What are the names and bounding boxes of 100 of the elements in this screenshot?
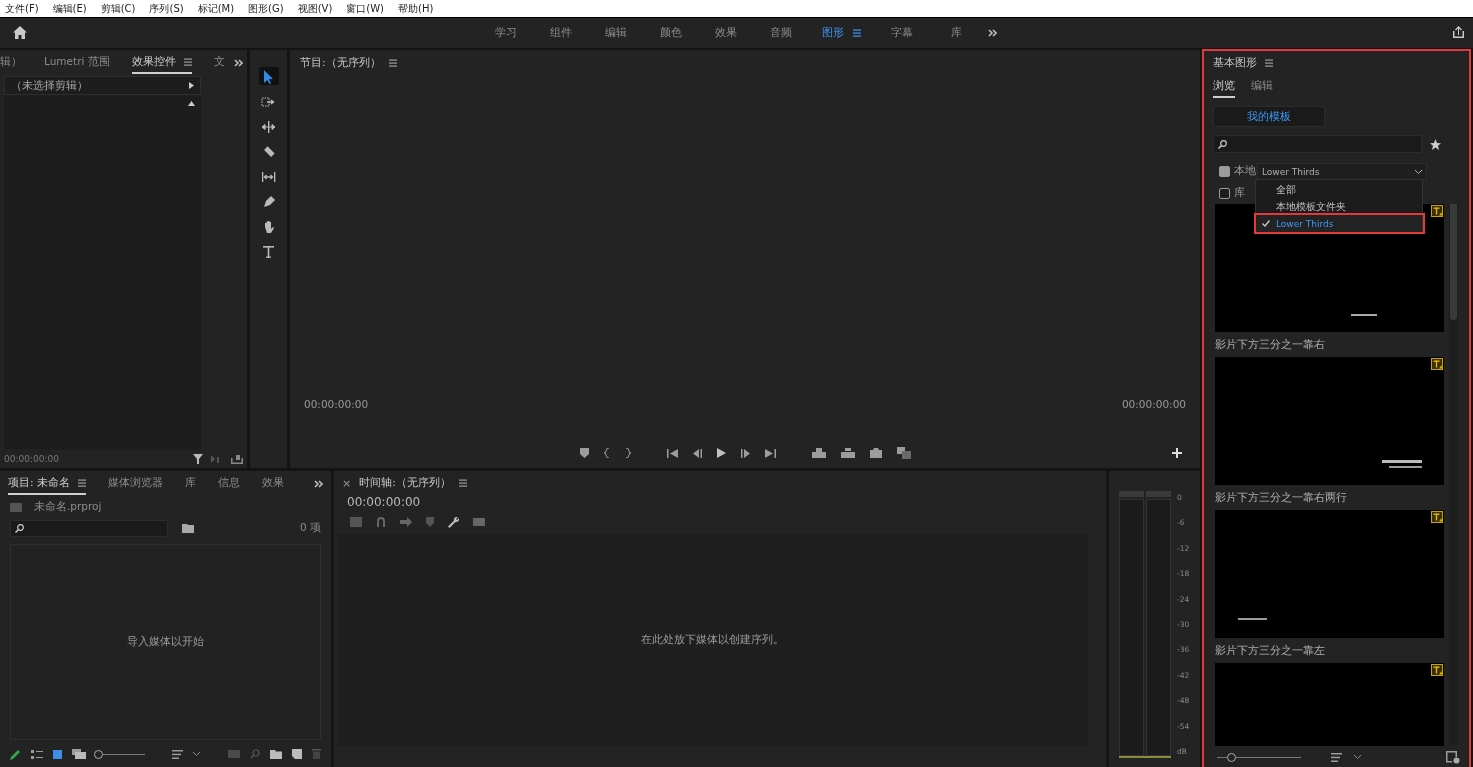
scrollbar[interactable] (1449, 204, 1458, 746)
insert-icon[interactable] (811, 448, 826, 458)
menu-icon[interactable] (1265, 59, 1273, 67)
panel-title: 基本图形 (1213, 56, 1257, 70)
clip-header: （未选择剪辑） (11, 78, 88, 93)
expand-triangle-icon[interactable] (189, 82, 194, 89)
chevron-double-icon[interactable] (234, 59, 243, 67)
workspace-tab[interactable]: 颜色 (643, 26, 698, 40)
wrench-icon[interactable] (448, 516, 459, 528)
workspace-tab[interactable]: 字幕 (874, 26, 929, 40)
snap-icon[interactable] (376, 517, 386, 527)
linked-icon[interactable] (400, 517, 412, 527)
panel-tab[interactable]: 信息 (217, 473, 240, 495)
search-icon (15, 523, 24, 533)
camera-icon[interactable] (869, 448, 882, 458)
freeform-view-icon[interactable] (72, 749, 86, 759)
sort-icon[interactable] (172, 749, 184, 759)
checkbox[interactable] (1219, 187, 1230, 199)
pen-icon (261, 193, 276, 209)
share-icon[interactable] (1452, 26, 1465, 39)
icon-view-icon[interactable] (53, 749, 62, 759)
step-back-icon[interactable] (692, 448, 702, 458)
pencil-icon[interactable] (10, 748, 21, 760)
panel-tab[interactable]: 效果 (261, 473, 284, 495)
workspace-tab[interactable]: 学习 (478, 26, 533, 40)
panel-title: 时间轴:（无序列） (359, 476, 451, 490)
workspace-tab[interactable]: 图形 (808, 26, 874, 40)
marker-icon[interactable] (426, 517, 434, 527)
menu-item[interactable]: 序列(S) (149, 1, 184, 16)
compare-icon[interactable] (896, 447, 911, 459)
filter-icon[interactable] (193, 454, 203, 464)
panel-tab[interactable]: 项目: 未命名 (8, 473, 86, 495)
menu-item[interactable]: 编辑(E) (52, 1, 87, 16)
panel-tab[interactable]: Lumetri 范围 (44, 52, 110, 74)
menu-item[interactable]: 图形(G) (248, 1, 284, 16)
menu-icon[interactable] (77, 479, 86, 487)
new-item-icon[interactable] (292, 749, 302, 759)
workspace-tab[interactable]: 效果 (698, 26, 753, 40)
panel-tab[interactable]: 辑） (0, 52, 22, 74)
caret-icon[interactable] (193, 752, 201, 756)
scroll-up-icon[interactable] (188, 101, 195, 106)
play-icon[interactable] (716, 448, 726, 458)
selection-tool[interactable] (258, 67, 279, 85)
my-templates-button[interactable]: 我的模板 (1213, 106, 1325, 127)
search-field[interactable] (10, 519, 168, 537)
workspace-tab[interactable]: 组件 (533, 26, 588, 40)
text-template-icon (1431, 511, 1443, 523)
menu-item[interactable]: 文件(F) (5, 1, 39, 16)
panel-tab[interactable]: 浏览 (1213, 76, 1235, 98)
menu-item[interactable]: 标记(M) (197, 1, 235, 16)
search-field[interactable] (1213, 135, 1422, 153)
template-name: 影片下方三分之一靠右 (1215, 337, 1325, 352)
checkbox-label: 本地 (1234, 164, 1256, 178)
workspace-tab[interactable]: 库 (929, 26, 984, 40)
sort-icon[interactable] (1331, 752, 1342, 762)
text-template-icon (1431, 664, 1443, 676)
marker-icon[interactable] (579, 448, 589, 458)
mark-out-icon[interactable] (624, 448, 631, 458)
panel-tab[interactable]: 文 (213, 52, 225, 74)
timecode: 00:00:00:00 (1121, 398, 1186, 410)
overwrite-icon[interactable] (840, 448, 855, 458)
panel-tab[interactable]: 效果控件 (131, 52, 192, 74)
find-folder-icon[interactable] (182, 523, 194, 533)
go-to-in-icon[interactable] (666, 448, 678, 458)
new-graphic-icon[interactable] (1446, 750, 1460, 764)
export-icon[interactable] (231, 454, 243, 464)
menu-item[interactable]: 剪辑(C) (100, 1, 136, 16)
workspace-tab[interactable]: 编辑 (588, 26, 643, 40)
home-icon[interactable] (13, 26, 27, 39)
zoom-slider[interactable] (96, 749, 145, 759)
zoom-slider[interactable] (1217, 752, 1301, 762)
menu-icon[interactable] (388, 59, 397, 67)
panel-tab[interactable]: 编辑 (1251, 76, 1273, 98)
add-icon[interactable] (1172, 448, 1182, 458)
star-icon[interactable] (1430, 138, 1441, 150)
menu-item[interactable]: 视图(V) (297, 1, 333, 16)
menu-icon[interactable] (852, 29, 861, 37)
razor-blade-icon (261, 143, 276, 159)
list-view-icon[interactable] (31, 749, 43, 759)
folder-icon[interactable] (270, 749, 282, 759)
close-button[interactable]: × (342, 476, 352, 490)
workspace-tab[interactable]: 音频 (753, 26, 808, 40)
chevron-double-icon[interactable] (988, 29, 997, 37)
project-file-name: 未命名.prproj (34, 500, 102, 514)
timecode: 00:00:00:00 (304, 398, 369, 410)
step-forward-icon[interactable] (740, 448, 750, 458)
menu-icon[interactable] (458, 479, 467, 487)
text-template-icon (1431, 205, 1443, 217)
go-to-out-icon[interactable] (764, 448, 776, 458)
menu-item[interactable]: 窗口(W) (346, 1, 384, 16)
menu-icon[interactable] (183, 58, 192, 66)
menu-item[interactable]: 帮助(H) (398, 1, 434, 16)
dropdown-option[interactable]: Lower Thirds (1256, 215, 1422, 232)
mark-in-icon[interactable] (603, 448, 610, 458)
panel-tab[interactable]: 媒体浏览器 (107, 473, 163, 495)
timecode: 00:00:00:00 (346, 495, 422, 511)
caret-icon[interactable] (1354, 755, 1361, 759)
checkbox[interactable] (1219, 165, 1230, 177)
panel-tab[interactable]: 库 (184, 473, 196, 495)
chevron-double-icon[interactable] (314, 480, 323, 488)
